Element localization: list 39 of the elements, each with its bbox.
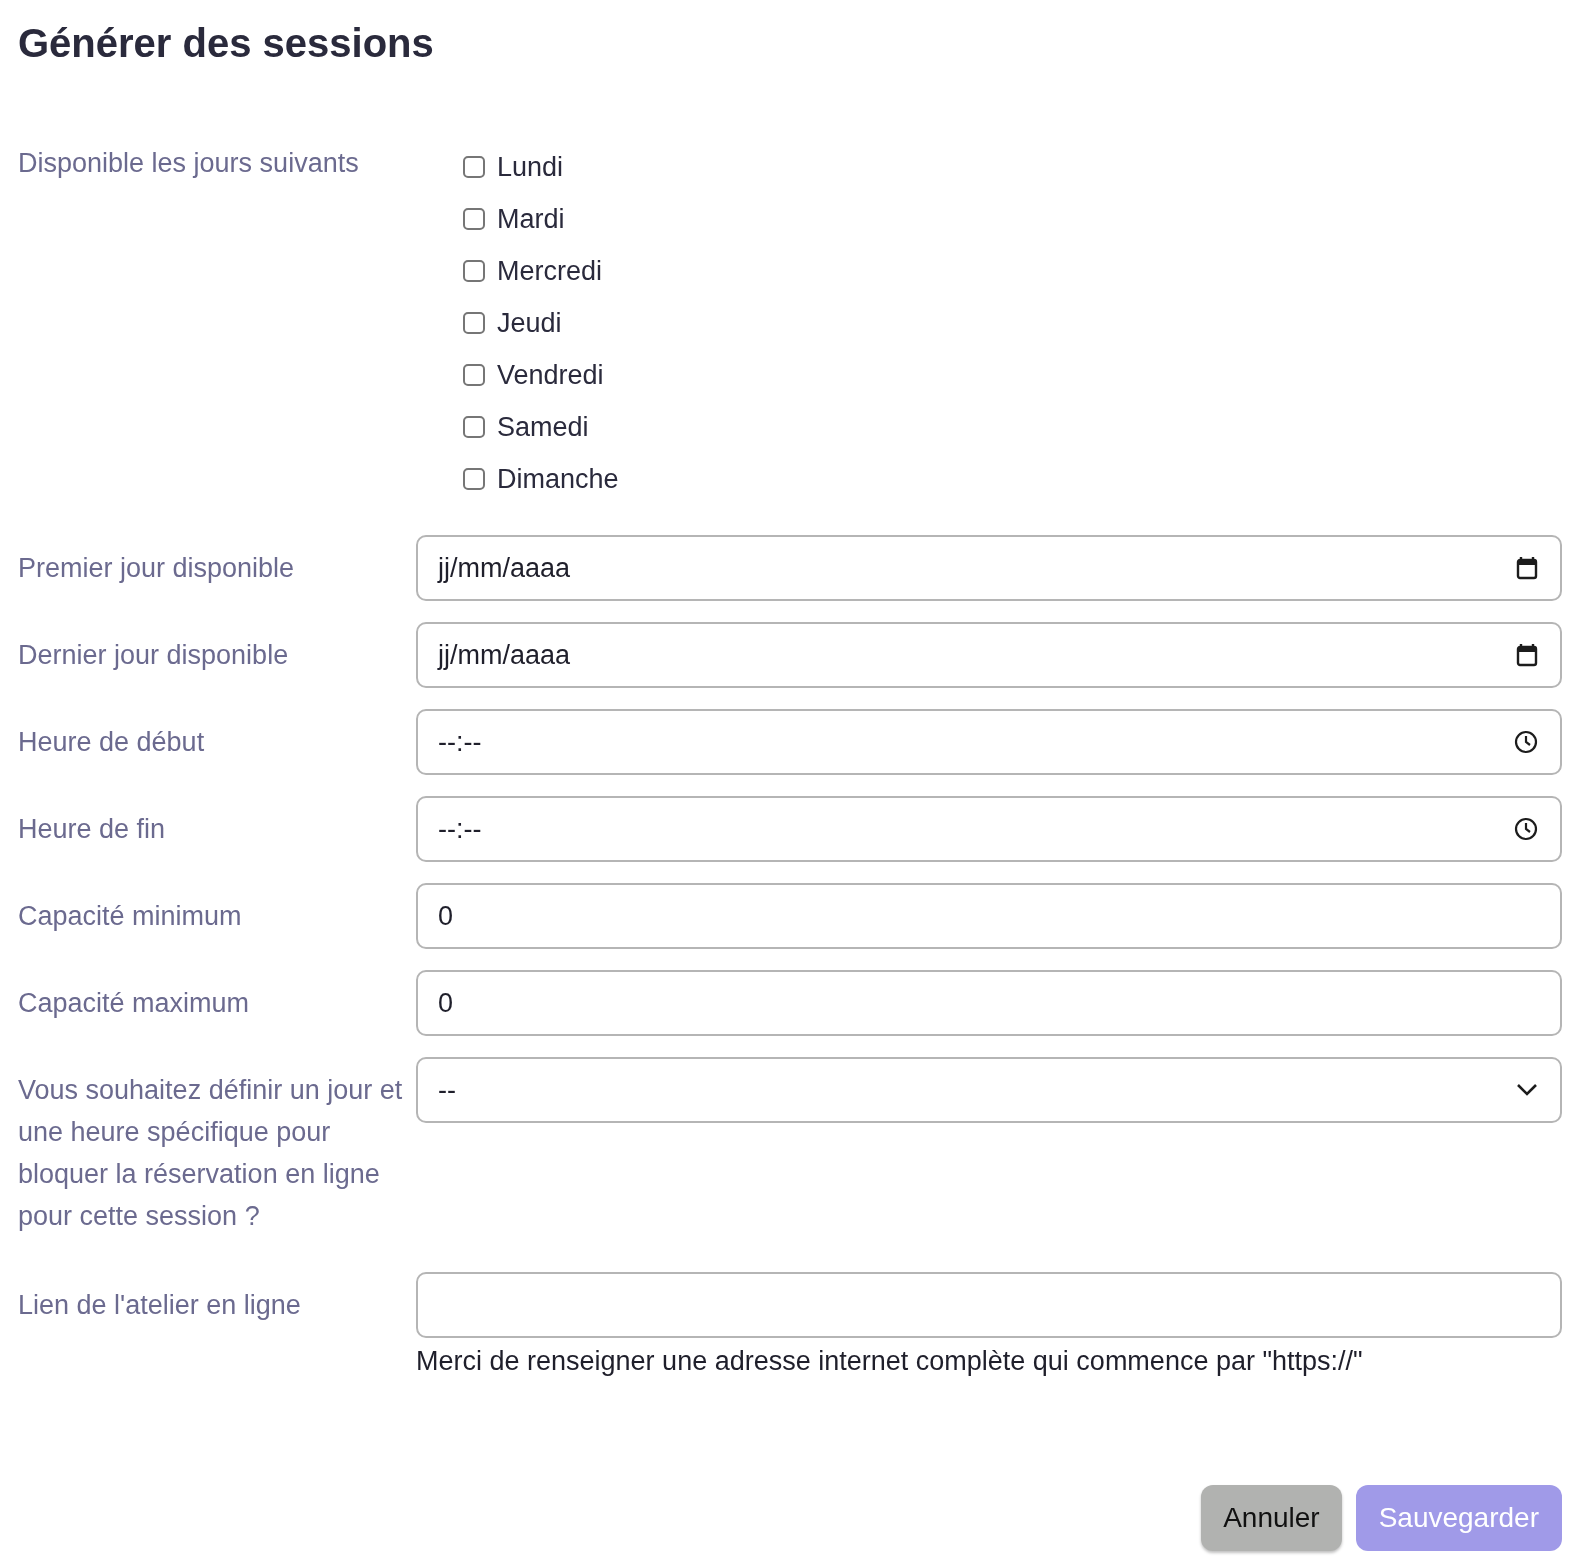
checkbox[interactable]	[463, 156, 485, 178]
field-label: Heure de début	[18, 726, 206, 759]
checkbox[interactable]	[463, 468, 485, 490]
checkbox[interactable]	[463, 260, 485, 282]
select-field[interactable]: --	[416, 1057, 1562, 1123]
calendar-icon[interactable]	[1516, 556, 1538, 580]
field-label: Capacité minimum	[18, 900, 243, 933]
time-field[interactable]: --:--	[416, 796, 1562, 862]
checkbox-label[interactable]: Vendredi	[497, 359, 604, 391]
help-text: Merci de renseigner une adresse internet complète qui commence par "https://"	[416, 1346, 1364, 1377]
field-label: Vous souhaitez définir un jour et une heure spécifique pour bloquer la réservation en ligne pour cette session ?	[18, 1074, 404, 1233]
field-label: Lien de l'atelier en ligne	[18, 1289, 302, 1322]
checkbox[interactable]	[463, 312, 485, 334]
checkbox-label[interactable]: Lundi	[497, 151, 564, 183]
time-field[interactable]: --:--	[416, 709, 1562, 775]
chevron-down-icon	[1516, 1083, 1538, 1097]
checkbox-label[interactable]: Samedi	[497, 411, 589, 443]
input-field[interactable]	[416, 1272, 1562, 1338]
field-label: Heure de fin	[18, 813, 167, 846]
page-title: Générer des sessions	[18, 20, 435, 67]
checkbox[interactable]	[463, 208, 485, 230]
checkbox-label[interactable]: Jeudi	[497, 307, 562, 339]
field-label: Disponible les jours suivants	[18, 147, 360, 180]
checkbox-label[interactable]: Mardi	[497, 203, 565, 235]
clock-icon[interactable]	[1514, 817, 1538, 841]
field-label: Dernier jour disponible	[18, 639, 290, 672]
number-field[interactable]: 0	[416, 970, 1562, 1036]
cancel-button[interactable]: Annuler	[1201, 1485, 1342, 1551]
checkbox-label[interactable]: Dimanche	[497, 463, 619, 495]
calendar-icon[interactable]	[1516, 643, 1538, 667]
date-field[interactable]: jj/mm/aaaa	[416, 622, 1562, 688]
date-field[interactable]: jj/mm/aaaa	[416, 535, 1562, 601]
field-label: Capacité maximum	[18, 987, 251, 1020]
checkbox[interactable]	[463, 416, 485, 438]
number-field[interactable]: 0	[416, 883, 1562, 949]
checkbox-label[interactable]: Mercredi	[497, 255, 603, 287]
field-label: Premier jour disponible	[18, 552, 296, 585]
clock-icon[interactable]	[1514, 730, 1538, 754]
checkbox[interactable]	[463, 364, 485, 386]
